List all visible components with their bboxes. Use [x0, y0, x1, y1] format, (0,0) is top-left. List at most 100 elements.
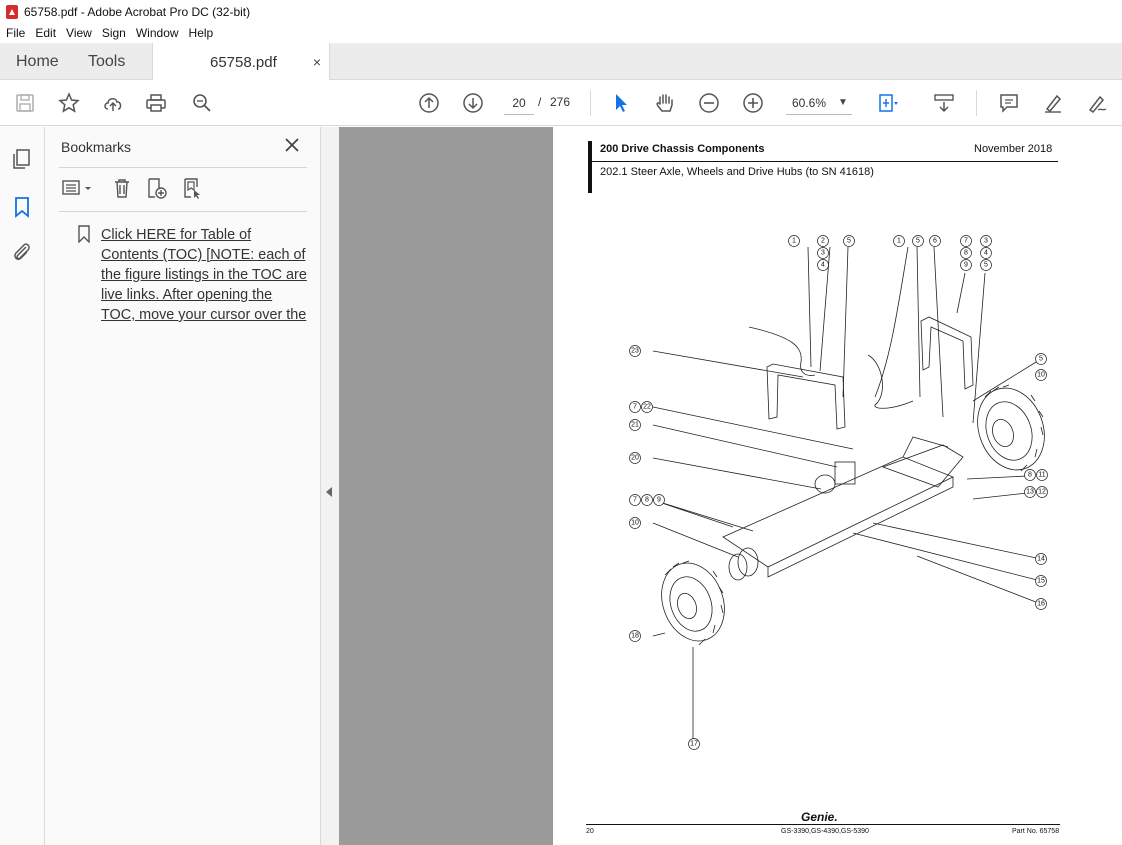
toolbar-divider-2 [976, 90, 977, 116]
callout-17: 17 [688, 738, 700, 750]
menu-window[interactable]: Window [136, 26, 179, 40]
save-icon[interactable] [13, 91, 37, 115]
callout-9: 9 [653, 494, 665, 506]
svg-text:1: 1 [897, 238, 901, 245]
svg-text:7: 7 [964, 238, 968, 245]
svg-text:6: 6 [933, 238, 937, 245]
svg-text:7: 7 [633, 404, 637, 411]
svg-text:7: 7 [633, 497, 637, 504]
bookmark-item-toc[interactable]: Click HERE for Table of Contents (TOC) [… [77, 225, 313, 325]
pdf-page: 200 Drive Chassis Components November 20… [553, 127, 1122, 845]
tab-home[interactable]: Home [0, 43, 72, 80]
callout-7: 7 [960, 235, 972, 247]
callout-6: 6 [929, 235, 941, 247]
acrobat-icon [6, 4, 18, 19]
callout-12: 12 [1036, 486, 1048, 498]
scroll-mode-icon[interactable] [932, 91, 956, 115]
tab-home-label: Home [16, 52, 59, 70]
callout-3: 3 [980, 235, 992, 247]
callout-8: 8 [641, 494, 653, 506]
svg-text:4: 4 [984, 250, 988, 257]
comment-icon[interactable] [997, 91, 1021, 115]
callout-23: 23 [629, 345, 641, 357]
svg-text:18: 18 [631, 633, 639, 640]
tab-tools[interactable]: Tools [72, 43, 152, 80]
callout-1: 1 [788, 235, 800, 247]
select-cursor-icon[interactable] [609, 91, 633, 115]
hand-tool-icon[interactable] [653, 91, 677, 115]
genie-logo: Genie. [801, 810, 838, 824]
next-page-icon[interactable] [461, 91, 485, 115]
upload-cloud-icon[interactable] [101, 91, 125, 115]
callout-5: 5 [912, 235, 924, 247]
attachments-icon[interactable] [10, 240, 34, 264]
collapse-arrow-icon[interactable] [326, 487, 332, 497]
footer-rule [586, 824, 1060, 825]
zoom-dropdown-icon[interactable]: ▼ [838, 91, 848, 115]
title-bar: 65758.pdf - Adobe Acrobat Pro DC (32-bit… [0, 0, 1122, 23]
callout-4: 4 [817, 259, 829, 271]
highlight-pen-icon[interactable] [1041, 91, 1065, 115]
divider [59, 167, 307, 168]
search-zoom-icon[interactable] [190, 91, 214, 115]
left-rail [0, 127, 45, 845]
svg-text:3: 3 [821, 250, 825, 257]
callout-7: 7 [629, 494, 641, 506]
menu-bar: File Edit View Sign Window Help [0, 23, 1122, 43]
panel-collapse-handle[interactable] [321, 127, 339, 845]
svg-text:9: 9 [657, 497, 661, 504]
document-viewport: 200 Drive Chassis Components November 20… [339, 127, 1122, 845]
callout-18: 18 [629, 630, 641, 642]
zoom-out-icon[interactable] [697, 91, 721, 115]
delete-bookmark-icon[interactable] [111, 177, 133, 199]
sign-pen-icon[interactable] [1085, 91, 1109, 115]
callout-16: 16 [1035, 598, 1047, 610]
callout-5: 5 [843, 235, 855, 247]
svg-text:10: 10 [631, 520, 639, 527]
tab-document[interactable]: 65758.pdf × [152, 43, 330, 81]
callout-8: 8 [960, 247, 972, 259]
callout-10: 10 [1035, 369, 1047, 381]
star-icon[interactable] [57, 91, 81, 115]
svg-text:14: 14 [1037, 556, 1045, 563]
svg-text:4: 4 [821, 262, 825, 269]
footer-models: GS-3390,GS-4390,GS-5390 [781, 828, 869, 835]
fit-page-icon[interactable] [876, 91, 900, 115]
menu-view[interactable]: View [66, 26, 92, 40]
svg-text:3: 3 [984, 238, 988, 245]
tab-bar: Home Tools 65758.pdf × [0, 43, 1122, 81]
page-thumbnails-icon[interactable] [10, 147, 34, 171]
bookmark-panel-icon[interactable] [10, 195, 34, 219]
previous-page-icon[interactable] [417, 91, 441, 115]
window-title: 65758.pdf - Adobe Acrobat Pro DC (32-bit… [24, 4, 251, 19]
zoom-in-icon[interactable] [741, 91, 765, 115]
callout-9: 9 [960, 259, 972, 271]
callout-15: 15 [1035, 575, 1047, 587]
svg-text:13: 13 [1026, 489, 1034, 496]
svg-text:17: 17 [690, 741, 698, 748]
new-bookmark-icon[interactable] [145, 177, 167, 199]
bookmark-options-icon[interactable] [61, 177, 95, 199]
menu-help[interactable]: Help [189, 26, 214, 40]
tab-close-icon[interactable]: × [313, 54, 321, 70]
page-number-input[interactable]: 20 [504, 91, 534, 115]
svg-text:16: 16 [1037, 601, 1045, 608]
footer-page-number: 20 [586, 828, 594, 835]
bookmark-from-selection-icon[interactable] [181, 177, 203, 199]
print-icon[interactable] [144, 91, 168, 115]
callout-10: 10 [629, 517, 641, 529]
menu-sign[interactable]: Sign [102, 26, 126, 40]
menu-file[interactable]: File [6, 26, 25, 40]
svg-text:9: 9 [964, 262, 968, 269]
callout-13: 13 [1024, 486, 1036, 498]
svg-text:5: 5 [847, 238, 851, 245]
close-panel-icon[interactable] [283, 136, 301, 154]
bookmark-item-label[interactable]: Click HERE for Table of Contents (TOC) [… [101, 225, 307, 325]
svg-text:5: 5 [916, 238, 920, 245]
svg-text:10: 10 [1037, 372, 1045, 379]
svg-text:2: 2 [821, 238, 825, 245]
toolbar-divider [590, 90, 591, 116]
tab-document-label: 65758.pdf [210, 53, 277, 71]
menu-edit[interactable]: Edit [35, 26, 56, 40]
callout-8: 8 [1024, 469, 1036, 481]
